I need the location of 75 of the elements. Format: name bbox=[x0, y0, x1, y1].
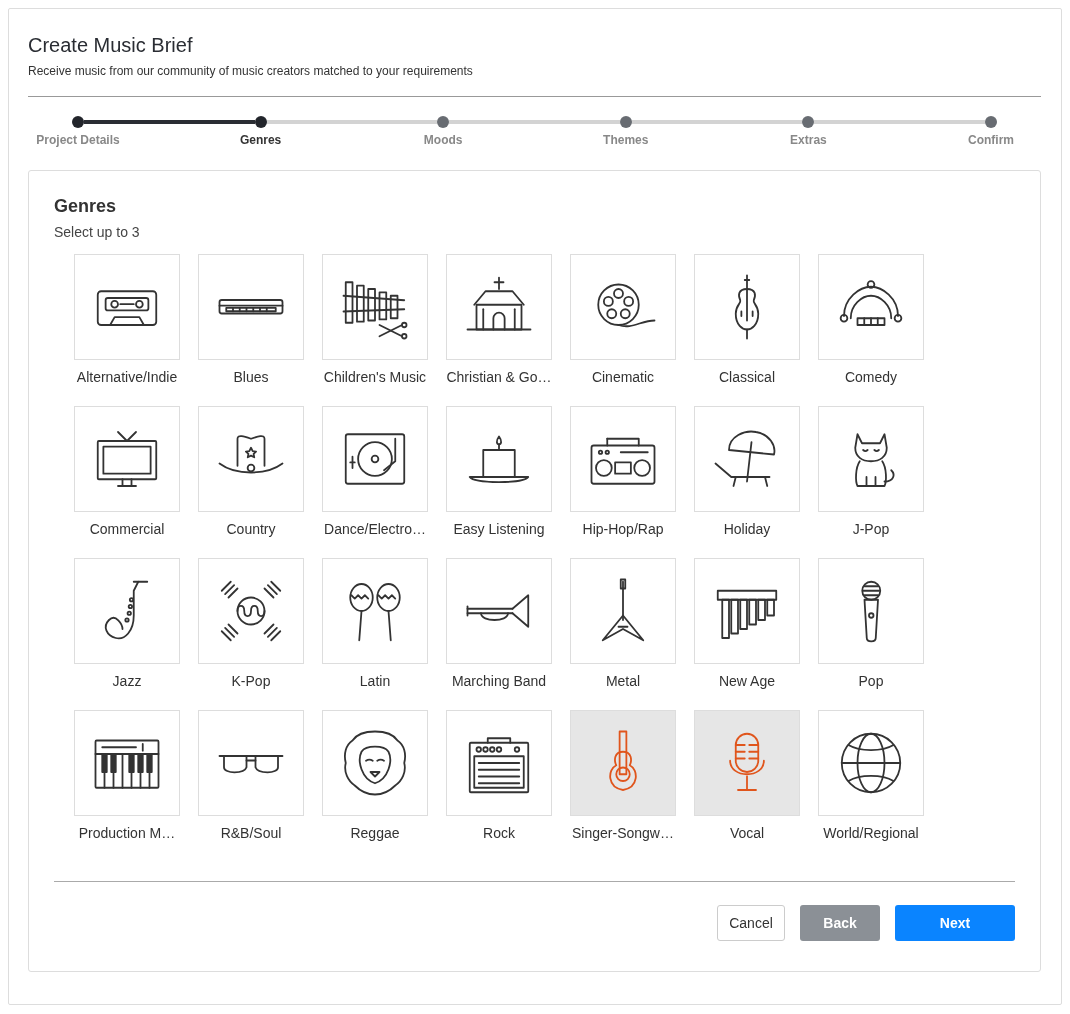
genre-tile[interactable] bbox=[322, 710, 428, 816]
genre-tile[interactable] bbox=[694, 558, 800, 664]
genre-tile[interactable] bbox=[198, 254, 304, 360]
genre-label: World/Regional bbox=[823, 825, 919, 841]
step-label[interactable]: Project Details bbox=[36, 133, 120, 147]
genre-tile[interactable] bbox=[818, 710, 924, 816]
genre-tile[interactable] bbox=[198, 406, 304, 512]
genre-label: Easy Listening bbox=[453, 521, 545, 537]
genre-label: Dance/Electro… bbox=[324, 521, 426, 537]
genre-label: Blues bbox=[233, 369, 269, 385]
cancel-button[interactable]: Cancel bbox=[717, 905, 785, 941]
genre-label: J-Pop bbox=[852, 521, 890, 537]
genre-tile[interactable] bbox=[570, 406, 676, 512]
genre-label: Latin bbox=[359, 673, 391, 689]
genre-label: Holiday bbox=[723, 521, 771, 537]
genre-tile[interactable] bbox=[446, 558, 552, 664]
genre-label: K-Pop bbox=[231, 673, 271, 689]
page-subtitle: Receive music from our community of music creators matched to your requirements bbox=[28, 63, 474, 79]
genre-tile[interactable] bbox=[74, 406, 180, 512]
genre-tile[interactable] bbox=[198, 710, 304, 816]
genre-tile[interactable] bbox=[198, 558, 304, 664]
genre-tile[interactable] bbox=[818, 406, 924, 512]
genre-tile[interactable] bbox=[74, 254, 180, 360]
genre-tile[interactable] bbox=[818, 254, 924, 360]
next-button[interactable]: Next bbox=[895, 905, 1015, 941]
step-dot[interactable] bbox=[619, 116, 632, 128]
genre-tile[interactable] bbox=[570, 254, 676, 360]
step-dot[interactable] bbox=[437, 116, 450, 128]
step-label[interactable]: Confirm bbox=[967, 133, 1014, 147]
panel-title: Genres bbox=[54, 195, 118, 217]
genre-label: Alternative/Indie bbox=[76, 369, 178, 385]
genre-label: Children's Music bbox=[323, 369, 427, 385]
genre-tile[interactable] bbox=[694, 254, 800, 360]
step-dot[interactable] bbox=[254, 116, 267, 128]
genre-label: Classical bbox=[719, 369, 775, 385]
genre-tile[interactable] bbox=[570, 710, 676, 816]
genre-label: Production M… bbox=[78, 825, 176, 841]
genre-label: Singer-Songw… bbox=[572, 825, 674, 841]
genre-label: Metal bbox=[605, 673, 641, 689]
step-dot[interactable] bbox=[802, 116, 815, 128]
genre-label: Christian & Go… bbox=[446, 369, 552, 385]
genre-label: Comedy bbox=[844, 369, 898, 385]
genre-label: Marching Band bbox=[451, 673, 547, 689]
genre-tile[interactable] bbox=[446, 254, 552, 360]
panel-hint: Select up to 3 bbox=[54, 223, 141, 241]
back-button[interactable]: Back bbox=[800, 905, 880, 941]
genre-tile[interactable] bbox=[74, 558, 180, 664]
genre-tile[interactable] bbox=[694, 710, 800, 816]
genre-label: Jazz bbox=[112, 673, 142, 689]
step-label[interactable]: Genres bbox=[239, 133, 282, 147]
genre-label: Commercial bbox=[89, 521, 165, 537]
step-label[interactable]: Themes bbox=[603, 133, 649, 147]
genre-tile[interactable] bbox=[446, 710, 552, 816]
genre-label: New Age bbox=[718, 673, 775, 689]
genre-label: Rock bbox=[483, 825, 515, 841]
genre-tile[interactable] bbox=[570, 558, 676, 664]
page-title: Create Music Brief bbox=[28, 33, 194, 57]
genre-tile[interactable] bbox=[818, 558, 924, 664]
genre-label: Country bbox=[226, 521, 276, 537]
step-label[interactable]: Moods bbox=[423, 133, 463, 147]
genre-label: Pop bbox=[858, 673, 884, 689]
genre-tile[interactable] bbox=[694, 406, 800, 512]
genre-tile[interactable] bbox=[322, 254, 428, 360]
step-dot[interactable] bbox=[72, 116, 84, 128]
step-label[interactable]: Extras bbox=[790, 133, 827, 147]
genre-tile[interactable] bbox=[322, 558, 428, 664]
genre-tile[interactable] bbox=[446, 406, 552, 512]
step-dot[interactable] bbox=[984, 116, 997, 128]
genre-label: R&B/Soul bbox=[220, 825, 282, 841]
genre-tile[interactable] bbox=[322, 406, 428, 512]
genre-label: Hip-Hop/Rap bbox=[582, 521, 664, 537]
genre-label: Vocal bbox=[729, 825, 765, 841]
genre-tile[interactable] bbox=[74, 710, 180, 816]
genre-label: Cinematic bbox=[591, 369, 655, 385]
genre-label: Reggae bbox=[350, 825, 400, 841]
